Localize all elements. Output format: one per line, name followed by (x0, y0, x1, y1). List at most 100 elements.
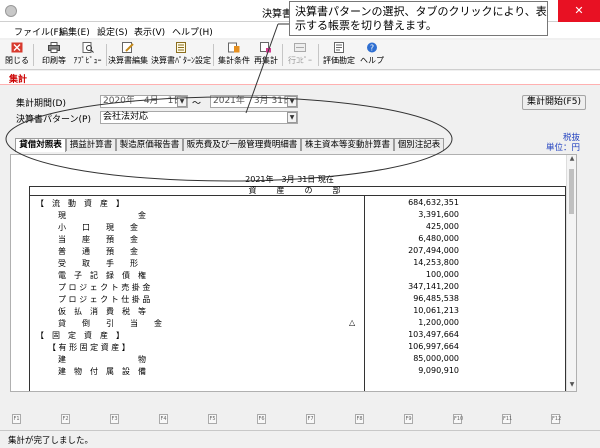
tab-sga-detail[interactable]: 販売費及び一般管理費明細書 (183, 138, 301, 151)
vertical-scrollbar[interactable]: ▲ ▼ (566, 155, 576, 391)
toolbar-separator (33, 44, 34, 66)
toolbar-print-label: 印刷等 (42, 56, 66, 65)
period-from-dropdown[interactable]: ▼ (177, 96, 187, 107)
function-key-f6[interactable]: F6 (257, 414, 266, 424)
account-amount: 347,141,200 (408, 282, 459, 291)
scroll-down-icon[interactable]: ▼ (567, 381, 576, 391)
function-key-f5[interactable]: F5 (208, 414, 217, 424)
toolbar-recalc-button[interactable]: 再集計 (253, 42, 279, 69)
account-amount: 207,494,000 (408, 246, 459, 255)
pattern-icon (176, 42, 186, 53)
app-icon (5, 5, 17, 17)
section-title: 集計 (9, 75, 28, 85)
toolbar-preview-label: ｱﾌﾟﾋﾞｭｰ (73, 56, 102, 65)
function-key-f8[interactable]: F8 (355, 414, 364, 424)
account-amount: 14,253,800 (413, 258, 459, 267)
function-key-bar: F1 F2 F3 F4 F5 F6 F7 F8 F9 F10 F11 F12 (0, 412, 600, 428)
period-from-field[interactable]: 2020年 4月 1日 (100, 95, 188, 108)
function-key-f9[interactable]: F9 (404, 414, 413, 424)
printer-icon (48, 42, 60, 53)
pattern-dropdown[interactable]: ▼ (287, 112, 297, 123)
function-key-f2[interactable]: F2 (61, 414, 70, 424)
tab-balance-sheet[interactable]: 貸借対照表 (15, 138, 66, 152)
toolbar-row-copy-button[interactable]: 行ｺﾋﾟｰ (286, 42, 314, 69)
tab-equity-changes[interactable]: 株主資本等変動計算書 (301, 138, 394, 151)
report-row: 受 取 手 形 14,253,800 (30, 258, 567, 269)
pattern-select[interactable]: 会社法対応 (100, 111, 298, 124)
period-to-dropdown[interactable]: ▼ (287, 96, 297, 107)
account-name: プ ロ ジ ェ ク ト 売 掛 金 (58, 283, 151, 292)
account-name: 建 物 (58, 355, 146, 364)
account-name: 【 有 形 固 定 資 産 】 (48, 343, 130, 352)
account-name: 電 子 記 録 債 権 (58, 271, 146, 280)
report-row: 現 金 3,391,600 (30, 210, 567, 221)
toolbar: 閉じる 印刷等 ｱﾌﾟﾋﾞｭｰ 決算書編集 決算書ﾊﾟﾀｰﾝ設定 集計条件 再集… (0, 40, 600, 70)
function-key-f4[interactable]: F4 (159, 414, 168, 424)
account-name: 普 通 預 金 (58, 247, 138, 256)
toolbar-print-button[interactable]: 印刷等 (39, 42, 69, 69)
menu-help[interactable]: ヘルプ(H) (172, 25, 213, 38)
status-text: 集計が完了しました。 (8, 436, 94, 446)
condition-icon (228, 42, 240, 53)
close-icon (11, 42, 23, 53)
account-amount: 106,997,664 (408, 342, 459, 351)
account-name: 仮 払 消 費 税 等 (58, 307, 146, 316)
function-key-f7[interactable]: F7 (306, 414, 315, 424)
account-name: 受 取 手 形 (58, 259, 138, 268)
toolbar-pattern-label: 決算書ﾊﾟﾀｰﾝ設定 (151, 56, 211, 65)
menu-edit[interactable]: 編集(E) (59, 25, 90, 38)
scroll-up-icon[interactable]: ▲ (567, 155, 576, 165)
function-key-f3[interactable]: F3 (110, 414, 119, 424)
window-title: 決算書 (262, 9, 292, 20)
period-label: 集計期間(D) (16, 99, 66, 109)
report-row: プ ロ ジ ェ ク ト 売 掛 金 347,141,200 (30, 282, 567, 293)
menu-file[interactable]: ファイル(F) (14, 25, 62, 38)
status-bar: 集計が完了しました。 (0, 430, 600, 448)
report-row: 当 座 預 金 6,480,000 (30, 234, 567, 245)
toolbar-separator (106, 44, 107, 66)
report-section-header: 資 産 の 部 (29, 186, 566, 196)
toolbar-separator (213, 44, 214, 66)
pattern-label: 決算書パターン(P) (16, 115, 92, 125)
report-row: 建 物 85,000,000 (30, 354, 567, 365)
report-row: 貸 倒 引 当 金 △ 1,200,000 (30, 318, 567, 329)
toolbar-close-button[interactable]: 閉じる (5, 42, 29, 69)
toolbar-separator (318, 44, 319, 66)
toolbar-edit-button[interactable]: 決算書編集 (108, 42, 148, 69)
close-window-button[interactable]: ✕ (558, 0, 600, 22)
period-separator: ～ (192, 99, 202, 109)
account-amount: 10,061,213 (413, 306, 459, 315)
toolbar-help-button[interactable]: ? ヘルプ (360, 42, 384, 69)
start-aggregation-button[interactable]: 集計開始(F5) (522, 95, 586, 110)
account-name: 建 物 付 属 設 備 (58, 367, 146, 376)
tab-income-statement[interactable]: 損益計算書 (66, 138, 116, 151)
menu-settings[interactable]: 設定(S) (97, 25, 128, 38)
account-name: プ ロ ジ ェ ク ト 仕 掛 品 (58, 295, 151, 304)
toolbar-pattern-button[interactable]: 決算書ﾊﾟﾀｰﾝ設定 (151, 42, 211, 69)
account-name: 現 金 (58, 211, 146, 220)
negative-mark: △ (349, 318, 356, 327)
account-amount: 103,497,664 (408, 330, 459, 339)
account-amount: 100,000 (425, 270, 459, 279)
function-key-f11[interactable]: F11 (502, 414, 512, 424)
toolbar-condition-button[interactable]: 集計条件 (217, 42, 251, 69)
tab-manufacturing-cost[interactable]: 製造原価報告書 (116, 138, 183, 151)
function-key-f12[interactable]: F12 (551, 414, 561, 424)
function-key-f10[interactable]: F10 (453, 414, 463, 424)
period-to-field[interactable]: 2021年 3月 31日 (210, 95, 298, 108)
account-amount: 9,090,910 (418, 366, 459, 375)
scroll-thumb[interactable] (569, 169, 574, 214)
unit-note: 単位：円 (545, 143, 580, 153)
account-name: 【 固 定 資 産 】 (36, 331, 124, 340)
toolbar-preview-button[interactable]: ｱﾌﾟﾋﾞｭｰ (71, 42, 104, 69)
tab-notes[interactable]: 個別注記表 (394, 138, 444, 151)
toolbar-valuation-button[interactable]: 評価勘定 (322, 42, 356, 69)
tax-note: 税抜 (562, 133, 580, 143)
account-amount: 85,000,000 (413, 354, 459, 363)
report-view[interactable]: 2021年 3月 31日 現在 資 産 の 部 【 流 動 資 産 】 684,6… (10, 154, 577, 392)
menu-view[interactable]: 表示(V) (134, 25, 165, 38)
help-icon: ? (367, 42, 377, 53)
toolbar-row-copy-label: 行ｺﾋﾟｰ (288, 56, 312, 65)
report-row: 【 固 定 資 産 】 103,497,664 (30, 330, 567, 341)
function-key-f1[interactable]: F1 (12, 414, 21, 424)
